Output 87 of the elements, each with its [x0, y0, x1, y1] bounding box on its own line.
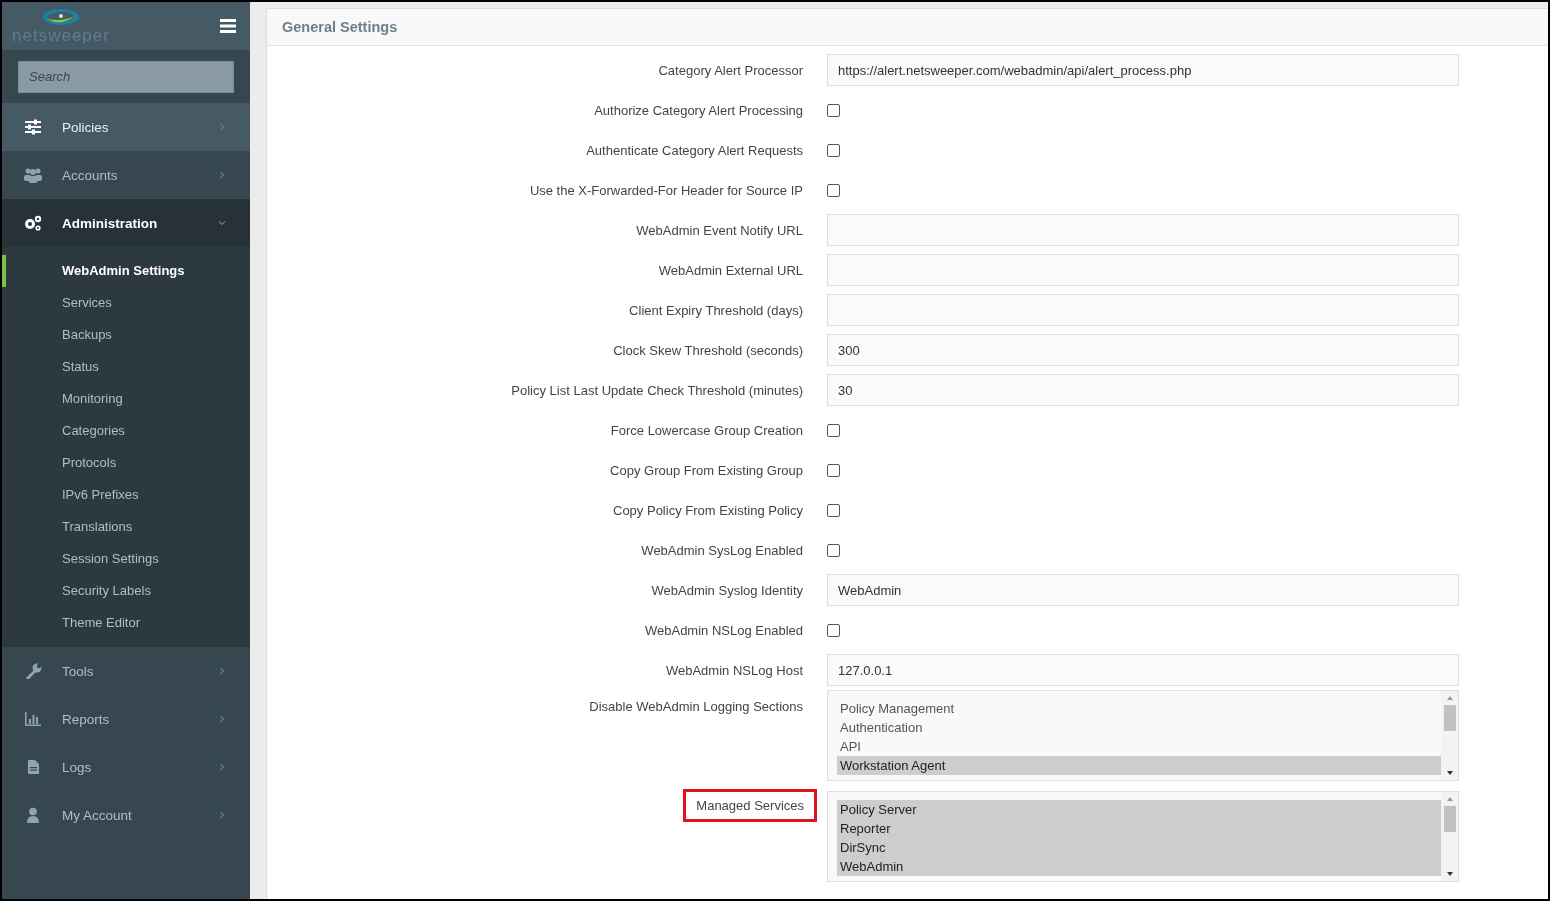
scroll-down-icon[interactable]: [1445, 871, 1454, 877]
scrollbar-thumb[interactable]: [1443, 705, 1456, 731]
chevron-icon: [218, 171, 226, 179]
field-label: WebAdmin External URL: [658, 261, 803, 280]
bar-chart-icon: [24, 711, 42, 727]
panel-title: General Settings: [282, 19, 398, 35]
field-label: Copy Policy From Existing Policy: [613, 501, 803, 520]
field-label: Use the X-Forwarded-For Header for Source IP: [529, 181, 803, 200]
text-field[interactable]: WebAdmin: [827, 574, 1459, 606]
wrench-icon: [24, 663, 42, 679]
field-label: WebAdmin NSLog Host: [665, 661, 803, 680]
submenu-item[interactable]: Status: [2, 351, 250, 383]
list-option[interactable]: DirSync: [837, 838, 1441, 857]
submenu-item[interactable]: Security Labels: [2, 575, 250, 607]
field-label: Authenticate Category Alert Requests: [586, 141, 803, 160]
text-field[interactable]: [827, 294, 1459, 326]
field-label: Clock Skew Threshold (seconds): [613, 341, 803, 360]
list-option[interactable]: Policy Management: [837, 699, 1441, 718]
field-label: Managed Services: [683, 789, 817, 822]
sliders-icon: [24, 119, 42, 135]
submenu-item[interactable]: Protocols: [2, 447, 250, 479]
field-label: Policy List Last Update Check Threshold (minutes): [511, 381, 803, 400]
field-label: Force Lowercase Group Creation: [610, 421, 803, 440]
list-box[interactable]: Policy Management Authentication API Workstation Agent: [827, 690, 1459, 781]
field-label: WebAdmin Event Notify URL: [636, 221, 803, 240]
scroll-up-icon[interactable]: [1445, 695, 1454, 701]
submenu-item[interactable]: Services: [2, 287, 250, 319]
nav-item[interactable]: Logs: [2, 743, 250, 791]
nav-item[interactable]: Tools: [2, 647, 250, 695]
nav-item[interactable]: Administration: [2, 199, 250, 247]
scrollbar-thumb[interactable]: [1443, 806, 1456, 832]
gears-icon: [24, 215, 42, 231]
nav-item[interactable]: My Account: [2, 791, 250, 839]
list-option[interactable]: WebAdmin: [837, 857, 1441, 876]
list-option[interactable]: API: [837, 737, 1441, 756]
nav-item[interactable]: Accounts: [2, 151, 250, 199]
list-option[interactable]: Reporter: [837, 819, 1441, 838]
chevron-icon: [218, 715, 226, 723]
list-box[interactable]: Policy Server Reporter DirSync WebAdmin: [827, 791, 1459, 882]
field-label: Authorize Category Alert Processing: [594, 101, 803, 120]
chevron-icon: [218, 667, 226, 675]
submenu-item[interactable]: Theme Editor: [2, 607, 250, 639]
user-icon: [24, 807, 42, 823]
submenu-item[interactable]: Session Settings: [2, 543, 250, 575]
checkbox[interactable]: [827, 423, 840, 437]
submenu-item[interactable]: Translations: [2, 511, 250, 543]
text-field[interactable]: [827, 254, 1459, 286]
list-option[interactable]: Workstation Agent: [837, 756, 1441, 775]
submenu-item[interactable]: IPv6 Prefixes: [2, 479, 250, 511]
submenu-item[interactable]: Categories: [2, 415, 250, 447]
scrollbar[interactable]: [1441, 691, 1458, 780]
chevron-icon: [218, 123, 226, 131]
checkbox[interactable]: [827, 503, 840, 517]
field-label: Client Expiry Threshold (days): [629, 301, 803, 320]
chevron-icon: [218, 811, 226, 819]
field-label: Category Alert Processor: [658, 61, 803, 80]
chevron-icon: [218, 763, 226, 771]
logo-icon: [41, 7, 81, 27]
list-option[interactable]: Authentication: [837, 718, 1441, 737]
text-field[interactable]: 127.0.0.1: [827, 654, 1459, 686]
checkbox[interactable]: [827, 143, 840, 157]
users-icon: [24, 167, 42, 183]
text-field[interactable]: [827, 214, 1459, 246]
checkbox[interactable]: [827, 543, 840, 557]
scroll-down-icon[interactable]: [1445, 770, 1454, 776]
field-label: Copy Group From Existing Group: [610, 461, 803, 480]
field-label: WebAdmin SysLog Enabled: [641, 541, 803, 560]
text-field[interactable]: https://alert.netsweeper.com/webadmin/api/alert_process.php: [827, 54, 1459, 86]
checkbox[interactable]: [827, 463, 840, 477]
submenu-item[interactable]: Monitoring: [2, 383, 250, 415]
list-option[interactable]: Policy Server: [837, 800, 1441, 819]
checkbox[interactable]: [827, 183, 840, 197]
text-field[interactable]: 300: [827, 334, 1459, 366]
scroll-up-icon[interactable]: [1445, 796, 1454, 802]
field-label: Disable WebAdmin Logging Sections: [589, 698, 803, 716]
field-label: WebAdmin Syslog Identity: [651, 581, 803, 600]
menu-icon[interactable]: [220, 19, 236, 33]
checkbox[interactable]: [827, 623, 840, 637]
nav-item[interactable]: Policies: [2, 103, 250, 151]
scrollbar[interactable]: [1441, 792, 1458, 881]
checkbox[interactable]: [827, 103, 840, 117]
field-label: WebAdmin NSLog Enabled: [644, 621, 803, 640]
chevron-icon: [218, 219, 226, 227]
submenu-item[interactable]: Backups: [2, 319, 250, 351]
search-field[interactable]: Search: [18, 60, 234, 93]
text-field[interactable]: 30: [827, 374, 1459, 406]
nav-item[interactable]: Reports: [2, 695, 250, 743]
